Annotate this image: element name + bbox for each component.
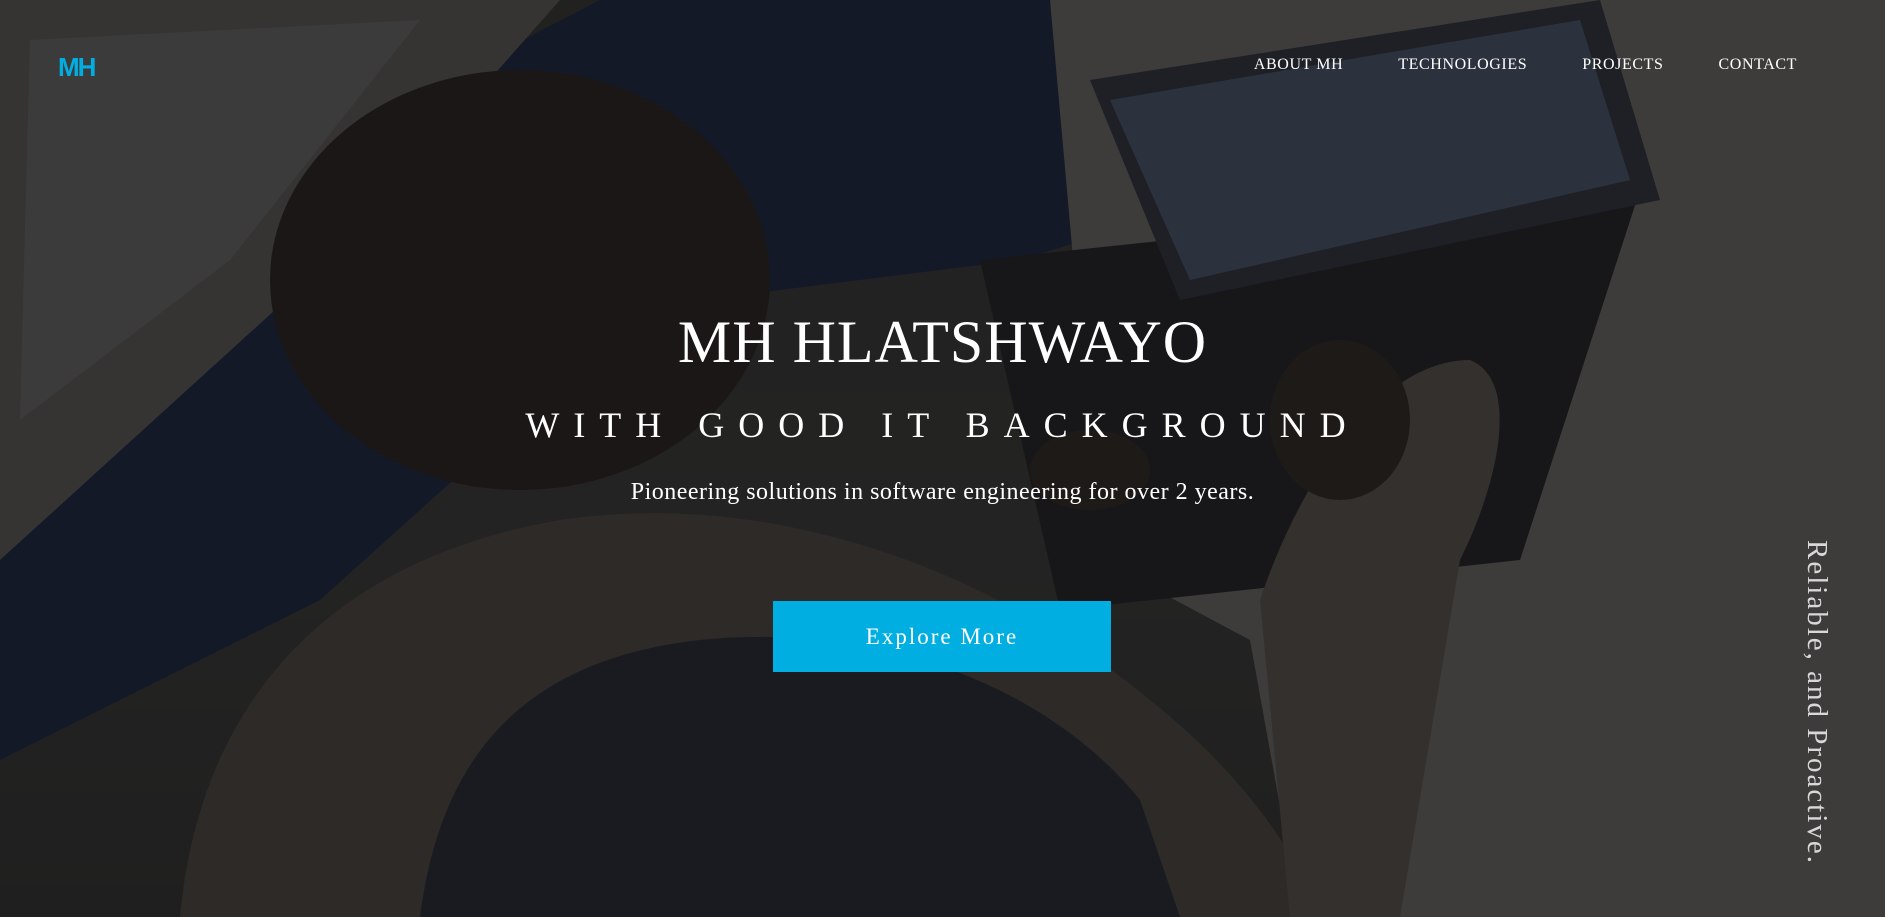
side-vertical-text: Reliable, and Proactive. [1801, 540, 1833, 866]
nav-item-about[interactable]: ABOUT MH [1254, 56, 1343, 74]
hero-tagline: Pioneering solutions in software enginee… [630, 479, 1255, 505]
nav-item-technologies[interactable]: TECHNOLOGIES [1398, 56, 1527, 74]
main-nav: ABOUT MH TECHNOLOGIES PROJECTS CONTACT [1254, 56, 1797, 74]
hero-section: MH ABOUT MH TECHNOLOGIES PROJECTS CONTAC… [0, 0, 1885, 917]
nav-item-contact[interactable]: CONTACT [1719, 56, 1797, 74]
dark-overlay [0, 0, 1885, 917]
nav-item-projects[interactable]: PROJECTS [1582, 56, 1663, 74]
hero-title: MH HLATSHWAYO [677, 309, 1208, 375]
logo[interactable]: MH [58, 52, 96, 83]
hero-subtitle: WITH GOOD IT BACKGROUND [525, 405, 1360, 445]
explore-more-button[interactable]: Explore More [773, 601, 1111, 672]
